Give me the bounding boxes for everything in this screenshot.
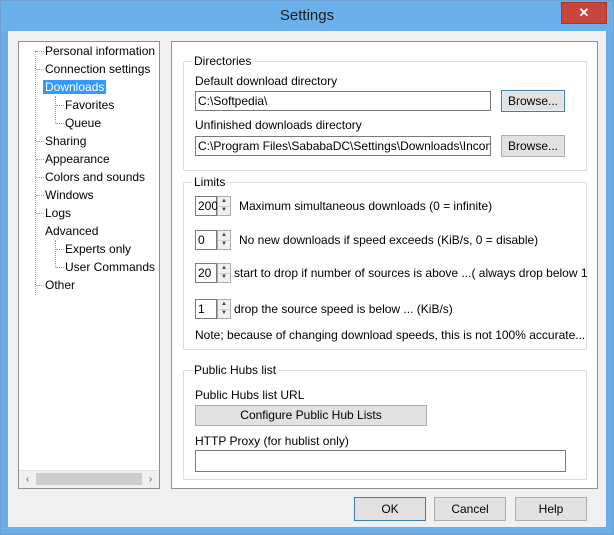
- downloads-settings-panel: Directories Default download directory C…: [171, 41, 598, 489]
- tree-item-advanced[interactable]: Advanced: [45, 222, 98, 240]
- speed-limit-input[interactable]: 0: [195, 230, 217, 250]
- tree-line: [55, 96, 56, 124]
- dialog-client: Personal information Connection settings…: [8, 31, 606, 527]
- directories-group-label: Directories: [192, 54, 254, 68]
- max-downloads-spinner[interactable]: ▲ ▼: [217, 196, 231, 216]
- cancel-button[interactable]: Cancel: [434, 497, 506, 521]
- tree-line: [56, 267, 64, 268]
- tree-item-label: User Commands: [65, 260, 156, 274]
- directories-group: Directories Default download directory C…: [183, 54, 587, 171]
- http-proxy-label: HTTP Proxy (for hublist only): [195, 434, 349, 448]
- settings-tree: Personal information Connection settings…: [18, 41, 160, 489]
- max-downloads-input[interactable]: 200: [195, 196, 218, 216]
- tree-line: [36, 51, 44, 52]
- drop-sources-label: start to drop if number of sources is ab…: [234, 266, 588, 280]
- limits-note: Note; because of changing download speed…: [195, 328, 586, 342]
- max-downloads-label: Maximum simultaneous downloads (0 = infi…: [239, 199, 493, 213]
- scroll-thumb[interactable]: [36, 473, 142, 485]
- public-hubs-group-label: Public Hubs list: [192, 363, 279, 377]
- unfinished-directory-label: Unfinished downloads directory: [195, 118, 362, 132]
- unfinished-directory-input[interactable]: C:\Program Files\SababaDC\Settings\Downl…: [195, 136, 491, 156]
- drop-sources-spinner[interactable]: ▲ ▼: [217, 263, 231, 283]
- tree-line: [36, 285, 44, 286]
- help-button[interactable]: Help: [515, 497, 587, 521]
- browse-default-button[interactable]: Browse...: [501, 90, 565, 112]
- ok-button[interactable]: OK: [354, 497, 426, 521]
- tree-item-colors-and-sounds[interactable]: Colors and sounds: [45, 168, 145, 186]
- tree-line: [36, 177, 44, 178]
- spin-down-icon[interactable]: ▼: [218, 240, 230, 249]
- tree-line: [56, 105, 64, 106]
- default-directory-label: Default download directory: [195, 74, 338, 88]
- window-title: Settings: [279, 7, 335, 24]
- tree-line: [56, 249, 64, 250]
- tree-item-sharing[interactable]: Sharing: [45, 132, 86, 150]
- tree-item-experts-only[interactable]: Experts only: [65, 240, 131, 258]
- spin-down-icon[interactable]: ▼: [218, 273, 230, 282]
- tree-item-label: Favorites: [65, 98, 115, 112]
- tree-item-label: Colors and sounds: [45, 170, 146, 184]
- tree-item-favorites[interactable]: Favorites: [65, 96, 114, 114]
- scroll-left-icon[interactable]: ‹: [19, 471, 36, 488]
- tree-item-windows[interactable]: Windows: [45, 186, 94, 204]
- public-hubs-group: Public Hubs list Public Hubs list URL Co…: [183, 363, 587, 480]
- spin-down-icon[interactable]: ▼: [218, 309, 230, 318]
- tree-item-label: Queue: [65, 116, 102, 130]
- tree-line: [56, 123, 64, 124]
- settings-window: Settings ✕ Personal information Connecti…: [0, 0, 614, 535]
- tree-item-queue[interactable]: Queue: [65, 114, 101, 132]
- tree-line: [55, 240, 56, 268]
- http-proxy-input[interactable]: [195, 450, 566, 472]
- public-hubs-url-label: Public Hubs list URL: [195, 388, 305, 402]
- limits-group: Limits 200 ▲ ▼ Maximum simultaneous down…: [183, 175, 588, 350]
- drop-speed-input[interactable]: 1: [195, 299, 217, 319]
- tree-item-label: Other: [45, 278, 76, 292]
- tree-item-logs[interactable]: Logs: [45, 204, 71, 222]
- tree-item-other[interactable]: Other: [45, 276, 75, 294]
- tree-line: [36, 213, 44, 214]
- tree-horizontal-scrollbar[interactable]: ‹ ›: [19, 470, 159, 488]
- scroll-right-icon[interactable]: ›: [142, 471, 159, 488]
- tree-item-label: Personal information: [45, 44, 156, 58]
- tree-item-user-commands[interactable]: User Commands: [65, 258, 155, 276]
- drop-sources-input[interactable]: 20: [195, 263, 217, 283]
- tree-item-downloads[interactable]: Downloads: [43, 78, 107, 96]
- tree-item-connection-settings[interactable]: Connection settings: [45, 60, 150, 78]
- speed-limit-label: No new downloads if speed exceeds (KiB/s…: [239, 233, 539, 247]
- tree-item-label: Experts only: [65, 242, 132, 256]
- tree-line: [36, 69, 44, 70]
- tree-line: [36, 159, 44, 160]
- tree-item-label: Appearance: [45, 152, 110, 166]
- tree-line: [36, 141, 44, 142]
- spin-down-icon[interactable]: ▼: [218, 206, 230, 215]
- drop-speed-label: drop the source speed is below ... (KiB/…: [234, 302, 453, 316]
- title-bar[interactable]: Settings ✕: [1, 1, 613, 31]
- configure-public-hubs-button[interactable]: Configure Public Hub Lists: [195, 405, 427, 426]
- tree-item-personal-information[interactable]: Personal information: [45, 42, 155, 60]
- speed-limit-spinner[interactable]: ▲ ▼: [217, 230, 231, 250]
- tree-item-label: Connection settings: [45, 62, 151, 76]
- tree-item-label: Sharing: [45, 134, 87, 148]
- tree-item-label: Downloads: [43, 80, 107, 94]
- tree-item-label: Advanced: [45, 224, 99, 238]
- close-icon[interactable]: ✕: [561, 2, 607, 24]
- limits-group-label: Limits: [192, 175, 228, 189]
- tree-item-label: Logs: [45, 206, 72, 220]
- drop-speed-spinner[interactable]: ▲ ▼: [217, 299, 231, 319]
- default-directory-input[interactable]: C:\Softpedia\: [195, 91, 491, 111]
- tree-line: [35, 51, 36, 295]
- browse-unfinished-button[interactable]: Browse...: [501, 135, 565, 157]
- tree-item-appearance[interactable]: Appearance: [45, 150, 110, 168]
- tree-item-label: Windows: [45, 188, 94, 202]
- tree-line: [36, 195, 44, 196]
